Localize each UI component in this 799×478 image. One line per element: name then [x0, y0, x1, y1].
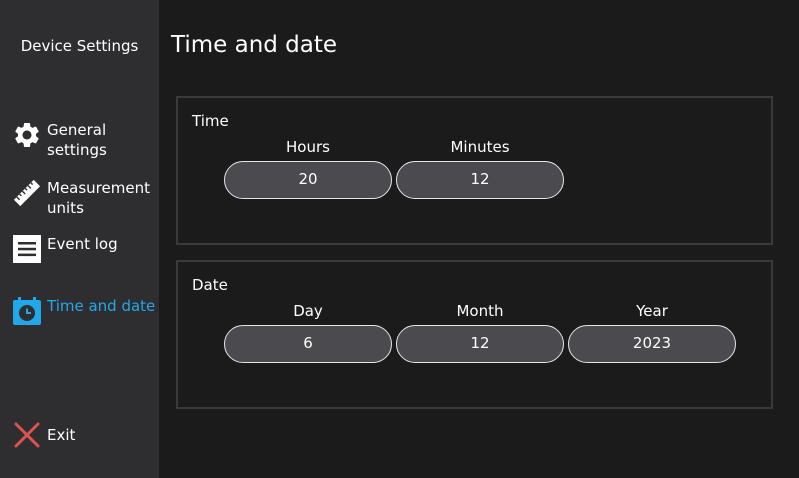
- gear-icon: [12, 120, 42, 150]
- minutes-input[interactable]: 12: [396, 161, 564, 199]
- minutes-label: Minutes: [450, 138, 510, 156]
- exit-label: Exit: [47, 426, 76, 444]
- page-title: Time and date: [171, 32, 338, 58]
- sidebar-item-time-and-date[interactable]: Time and date: [12, 296, 157, 326]
- day-input[interactable]: 6: [224, 325, 392, 363]
- date-panel: Date Day 6 Month 12 Year 2023: [176, 260, 773, 409]
- app-title: Device Settings: [20, 37, 139, 55]
- exit-button[interactable]: Exit: [12, 420, 157, 450]
- sidebar-item-label: Measurement units: [47, 179, 150, 217]
- close-icon: [12, 420, 42, 450]
- sidebar: Device Settings General settings Measure…: [0, 0, 159, 478]
- list-icon: [12, 234, 42, 264]
- sidebar-item-general-settings[interactable]: General settings: [12, 120, 157, 160]
- year-input[interactable]: 2023: [568, 325, 736, 363]
- hours-field: Hours 20: [224, 137, 392, 199]
- date-panel-title: Date: [192, 276, 228, 294]
- sidebar-item-label: Event log: [47, 235, 118, 253]
- sidebar-item-measurement-units[interactable]: Measurement units: [12, 178, 157, 218]
- ruler-icon: [12, 178, 42, 208]
- time-panel-title: Time: [192, 112, 229, 130]
- calendar-clock-icon: [12, 296, 42, 326]
- month-label: Month: [456, 302, 504, 320]
- minutes-field: Minutes 12: [396, 137, 564, 199]
- month-field: Month 12: [396, 301, 564, 363]
- sidebar-item-event-log[interactable]: Event log: [12, 234, 157, 264]
- hours-input[interactable]: 20: [224, 161, 392, 199]
- sidebar-item-label: General settings: [47, 121, 107, 159]
- hours-label: Hours: [286, 138, 330, 156]
- month-input[interactable]: 12: [396, 325, 564, 363]
- sidebar-item-label: Time and date: [47, 297, 156, 315]
- day-label: Day: [293, 302, 323, 320]
- year-field: Year 2023: [568, 301, 736, 363]
- year-label: Year: [636, 302, 668, 320]
- day-field: Day 6: [224, 301, 392, 363]
- time-panel: Time Hours 20 Minutes 12: [176, 96, 773, 245]
